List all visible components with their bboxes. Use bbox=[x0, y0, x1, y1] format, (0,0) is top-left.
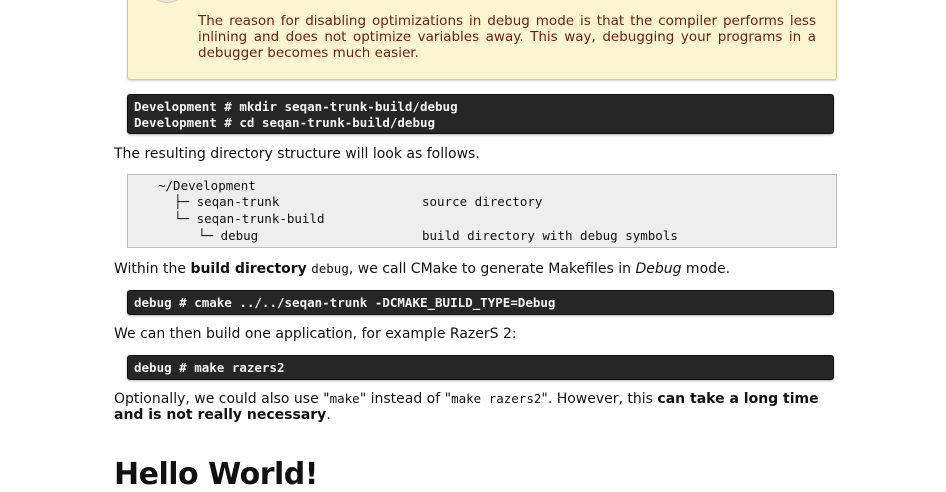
text: Within the bbox=[114, 261, 191, 277]
tree-item-debug: └─ debug bbox=[198, 228, 259, 243]
text: mode. bbox=[681, 261, 731, 277]
tree-item-seqan-trunk: ├─ seqan-trunk bbox=[174, 194, 280, 209]
note-icon bbox=[148, 0, 186, 3]
paragraph-directory-structure: The resulting directory structure will l… bbox=[114, 146, 480, 162]
text: ". However, this bbox=[541, 391, 658, 407]
note-text: The reason for disabling optimizations i… bbox=[198, 13, 816, 61]
code-block-make: debug # make razers2 bbox=[127, 355, 834, 380]
text: " instead of " bbox=[359, 391, 452, 407]
tree-root: ~/Development bbox=[158, 178, 256, 193]
bold-text: build directory bbox=[190, 261, 307, 277]
paragraph-build-application: We can then build one application, for e… bbox=[114, 326, 517, 342]
code-block-cmake: debug # cmake ../../seqan-trunk -DCMAKE_… bbox=[127, 290, 834, 315]
code-block-mkdir: Development # mkdir seqan-trunk-build/de… bbox=[127, 94, 834, 134]
directory-tree-block: ~/Development ├─ seqan-trunk source dire… bbox=[127, 174, 837, 248]
tree-item-seqan-trunk-build: └─ seqan-trunk-build bbox=[174, 211, 325, 226]
paragraph-optionally: Optionally, we could also use "make" ins… bbox=[114, 391, 849, 423]
note-admonition: The reason for disabling optimizations i… bbox=[127, 0, 837, 80]
italic-text: Debug bbox=[635, 261, 682, 277]
text: , we call CMake to generate Makefiles in bbox=[348, 261, 636, 277]
code-line: debug # make razers2 bbox=[134, 360, 285, 375]
inline-code: make bbox=[329, 391, 360, 406]
code-line: Development # mkdir seqan-trunk-build/de… bbox=[134, 99, 458, 114]
tree-desc-source: source directory bbox=[422, 194, 543, 209]
section-heading: Hello World! bbox=[114, 457, 318, 492]
inline-code: make razers2 bbox=[451, 391, 542, 406]
tree-desc-debug: build directory with debug symbols bbox=[422, 228, 678, 243]
text: . bbox=[326, 407, 331, 423]
paragraph-cmake: Within the build directory debug, we cal… bbox=[114, 261, 849, 277]
inline-code: debug bbox=[311, 261, 349, 276]
text: Optionally, we could also use " bbox=[114, 391, 330, 407]
code-line: Development # cd seqan-trunk-build/debug bbox=[134, 114, 436, 130]
code-line: debug # cmake ../../seqan-trunk -DCMAKE_… bbox=[134, 295, 556, 310]
